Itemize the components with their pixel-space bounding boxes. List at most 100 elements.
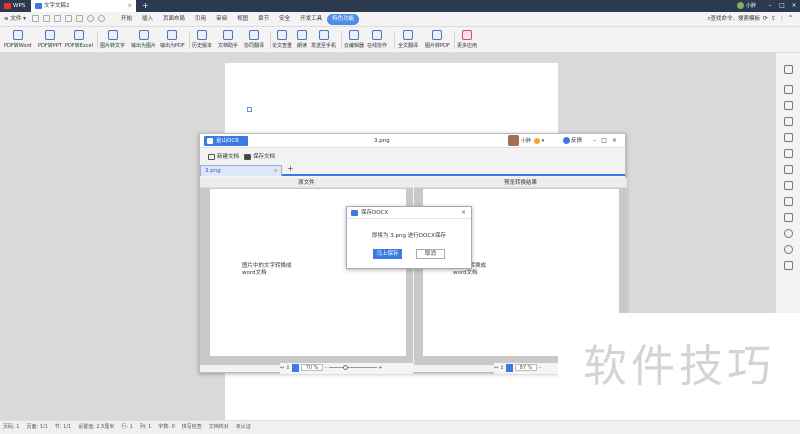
menu-references[interactable]: 引用 [190, 14, 211, 25]
certification-status[interactable]: 未认证 [236, 424, 251, 430]
status-setting: 设置值: 2.5厘米 [78, 424, 115, 430]
document-assistant-button[interactable]: 文档助手 [218, 30, 238, 49]
file-menu[interactable]: ≡ 文件 ▾ [4, 15, 26, 24]
save-document-button[interactable]: 保存文档 [244, 152, 275, 162]
menu-view[interactable]: 视图 [232, 14, 253, 25]
zoom-slider-knob[interactable] [342, 365, 348, 370]
collab-translate-button[interactable]: 协同翻译 [244, 30, 264, 49]
wps-logo-icon [4, 3, 11, 9]
zoom-in-icon[interactable]: + [378, 365, 382, 371]
tab-document[interactable]: 文字文稿2 × [31, 0, 136, 12]
add-file-button[interactable]: + [287, 164, 294, 173]
menu-section[interactable]: 章节 [253, 14, 274, 25]
status-row: 行: 1 [121, 424, 133, 430]
spell-check[interactable]: 拼写检查 [182, 424, 202, 430]
image-to-pdf-icon [432, 30, 443, 40]
history-side-icon[interactable] [784, 245, 793, 254]
source-zoom-value[interactable]: 70 % [301, 364, 323, 371]
close-icon[interactable]: × [461, 207, 466, 219]
fit-width-icon[interactable]: ↔ [494, 365, 498, 371]
minimize-icon[interactable]: – [764, 0, 776, 12]
menu-review[interactable]: 审阅 [211, 14, 232, 25]
sync-icon[interactable]: ⟳ [763, 15, 771, 22]
help-icon[interactable] [784, 229, 793, 238]
share-doc-icon[interactable] [784, 165, 793, 174]
menu-insert[interactable]: 插入 [137, 14, 158, 25]
collapse-ribbon-icon[interactable]: ^ [788, 15, 796, 22]
export-pdf-button[interactable]: 输出为PDF [160, 30, 185, 49]
paragraph-marker-icon [247, 107, 252, 112]
image-to-text-button[interactable]: 图片转文字 [100, 30, 125, 49]
new-tab-button[interactable]: + [142, 0, 149, 12]
doc-proofread[interactable]: 文档校对 [209, 424, 229, 430]
status-wordcount[interactable]: 字数: 0 [158, 424, 174, 430]
fit-width-icon[interactable]: ↔ [280, 365, 284, 371]
table-icon[interactable] [784, 197, 793, 206]
preview-icon[interactable] [65, 15, 72, 22]
maximize-icon[interactable]: □ [776, 0, 788, 12]
more-icon[interactable]: ⋮ [779, 15, 788, 22]
edit-icon[interactable] [784, 133, 793, 142]
more-apps-button[interactable]: 更多应用 [457, 30, 477, 49]
zoom-out-icon[interactable]: – [325, 365, 328, 371]
ocr-user[interactable]: 小胖 ▾ [508, 135, 544, 147]
image-icon[interactable] [784, 213, 793, 222]
settings-side-icon[interactable] [784, 261, 793, 270]
menu-page-layout[interactable]: 页面布局 [158, 14, 190, 25]
zoom-out-icon[interactable]: – [539, 365, 542, 371]
ribbon: PDF转Word PDF转PPT PDF转Excel 图片转文字 输出为图片 输… [0, 27, 800, 53]
pdf-to-ppt-button[interactable]: PDF转PPT [38, 30, 62, 49]
print-icon[interactable] [54, 15, 61, 22]
image-to-pdf-button[interactable]: 图片转PDF [425, 30, 450, 49]
menu-security[interactable]: 安全 [274, 14, 295, 25]
close-icon[interactable]: × [612, 137, 622, 144]
undo-icon[interactable] [87, 15, 94, 22]
close-icon[interactable]: × [788, 0, 800, 12]
menu-features[interactable]: 特色功能 [327, 14, 360, 25]
format-icon[interactable] [784, 117, 793, 126]
output-icon[interactable] [43, 15, 50, 22]
cancel-button[interactable]: 取消 [416, 249, 445, 259]
pdf-to-excel-button[interactable]: PDF转Excel [65, 30, 93, 49]
backup-icon[interactable] [784, 181, 793, 190]
assistant-icon [223, 30, 233, 40]
fit-height-icon[interactable]: ↕ [286, 365, 290, 371]
pdf-to-word-button[interactable]: PDF转Word [4, 30, 32, 49]
select-icon[interactable] [784, 85, 793, 94]
format-painter-icon[interactable] [76, 15, 83, 22]
maximize-icon[interactable]: □ [601, 137, 612, 144]
menu-start[interactable]: 开始 [116, 14, 137, 25]
close-tab-icon[interactable]: × [127, 0, 132, 12]
export-image-button[interactable]: 输出为图片 [131, 30, 156, 49]
menu-developer[interactable]: 开发工具 [295, 14, 327, 25]
share-icon[interactable]: ⇪ [771, 15, 779, 22]
send-to-phone-button[interactable]: 发送至手机 [311, 30, 336, 49]
fit-height-icon[interactable]: ↕ [500, 365, 504, 371]
paper-check-button[interactable]: 论文查重 [272, 30, 292, 49]
save-now-button[interactable]: 马上保存 [373, 249, 402, 259]
limit-icon[interactable] [784, 149, 793, 158]
history-version-button[interactable]: 历史版本 [192, 30, 212, 49]
cloud-editor-button[interactable]: 云编辑器 [344, 30, 364, 49]
fit-page-icon[interactable] [292, 363, 299, 372]
zoom-slider[interactable] [328, 365, 377, 370]
phone-icon [318, 30, 329, 40]
user-account[interactable]: 小胖 [736, 0, 756, 12]
online-collab-button[interactable]: 在线协作 [367, 30, 387, 49]
scroll-top-icon[interactable] [784, 65, 793, 74]
tab-wps-home[interactable]: WPS [0, 0, 30, 12]
fit-page-icon[interactable] [506, 363, 513, 372]
close-tab-icon[interactable]: × [273, 166, 278, 176]
feedback-button[interactable]: 反馈 [563, 136, 582, 146]
status-page: 页码: 1 [3, 424, 20, 430]
style-icon[interactable] [784, 101, 793, 110]
new-document-button[interactable]: 新建文档 [208, 152, 239, 162]
full-translate-button[interactable]: 全文翻译 [398, 30, 418, 49]
redo-icon[interactable] [98, 15, 105, 22]
read-aloud-button[interactable]: 朗读 [297, 30, 307, 49]
result-zoom-value[interactable]: 87 % [515, 364, 537, 371]
save-icon[interactable] [32, 15, 39, 22]
command-search[interactable]: ⌕查找命令、搜索模板 [707, 14, 760, 25]
file-tab[interactable]: 3.png × [200, 165, 282, 176]
paper-check-icon [277, 30, 287, 40]
